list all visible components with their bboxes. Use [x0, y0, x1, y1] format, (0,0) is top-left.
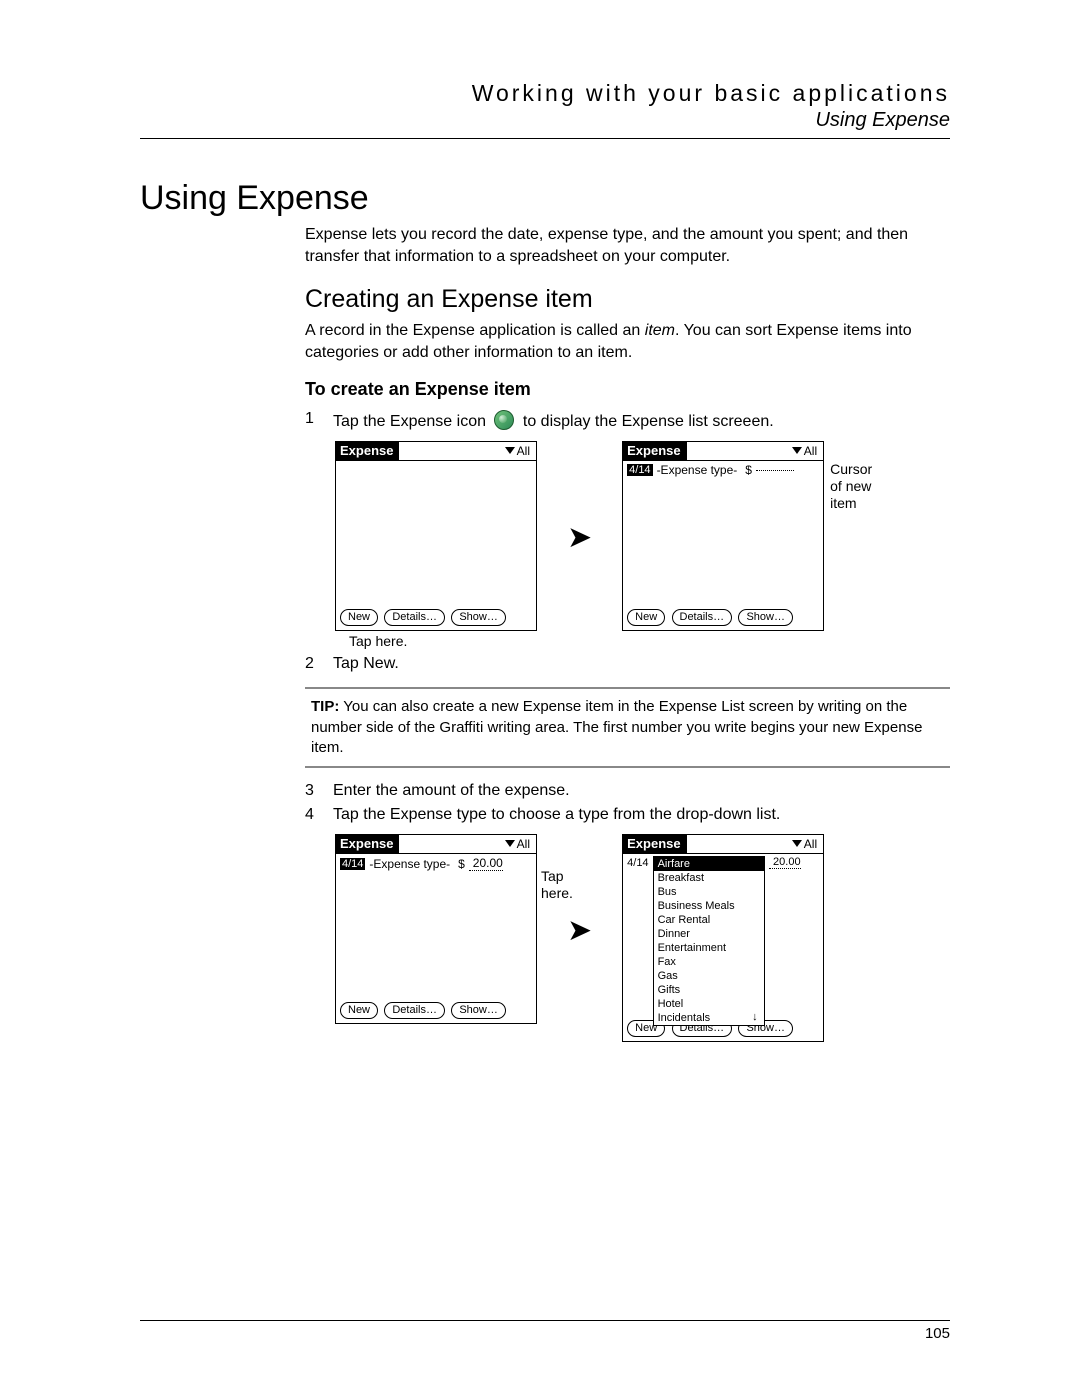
step-list: 3 Enter the amount of the expense. 4 Tap… [305, 782, 950, 824]
figure-right: Expense All 4/14 AirfareBreakfastBusBusi… [622, 834, 824, 1042]
header-section: Using Expense [140, 109, 950, 132]
dropdown-option: Bus [654, 885, 764, 899]
show-button: Show… [451, 1002, 506, 1019]
app-title: Expense [336, 442, 399, 460]
show-button: Show… [451, 609, 506, 626]
amount-value: 20.00 [469, 856, 503, 871]
dropdown-option: Hotel [654, 997, 764, 1011]
italic-item: item [645, 322, 675, 339]
callout-cursor: Cursor of new item [830, 461, 872, 511]
item-type: -Expense type- [657, 463, 738, 477]
app-title: Expense [336, 835, 399, 853]
paragraph-creating: A record in the Expense application is c… [305, 320, 950, 363]
step-1: 1 Tap the Expense icon to display the Ex… [305, 410, 950, 431]
currency: $ [745, 463, 752, 477]
dropdown-option: Gas [654, 969, 764, 983]
manual-page: Working with your basic applications Usi… [0, 0, 1080, 1397]
app-title: Expense [623, 442, 686, 460]
dropdown-icon [505, 840, 515, 847]
step-list: 1 Tap the Expense icon to display the Ex… [305, 410, 950, 431]
dropdown-option: Incidentals [654, 1011, 764, 1025]
step-number: 3 [305, 782, 333, 800]
step-list: 2 Tap New. [305, 655, 950, 673]
intro-paragraph: Expense lets you record the date, expens… [305, 224, 950, 267]
amount-value: 20.00 [769, 856, 801, 869]
callout-tap-here: Tap here. [541, 868, 573, 902]
palm-screen-empty: Expense All New Details… Show… [335, 441, 537, 631]
tip-label: TIP: [311, 698, 339, 715]
step-3: 3 Enter the amount of the expense. [305, 782, 950, 800]
figure-row-2: Expense All 4/14 -Expense type- $ 20.00 … [335, 834, 950, 1042]
step-text: Tap New. [333, 655, 950, 673]
dropdown-option: Gifts [654, 983, 764, 997]
palm-screen-dropdown: Expense All 4/14 AirfareBreakfastBusBusi… [622, 834, 824, 1042]
step-2: 2 Tap New. [305, 655, 950, 673]
heading-3: To create an Expense item [305, 379, 950, 400]
category-filter: All [792, 444, 823, 458]
app-title: Expense [623, 835, 686, 853]
dropdown-option: Breakfast [654, 871, 764, 885]
step-4: 4 Tap the Expense type to choose a type … [305, 806, 950, 824]
dropdown-option: Business Meals [654, 899, 764, 913]
page-header: Working with your basic applications Usi… [140, 80, 950, 139]
dropdown-icon [505, 447, 515, 454]
tip-text: You can also create a new Expense item i… [311, 698, 922, 756]
heading-2: Creating an Expense item [305, 285, 950, 314]
dropdown-option: Dinner [654, 927, 764, 941]
new-button: New [340, 1002, 378, 1019]
step-number: 4 [305, 806, 333, 824]
category-filter: All [505, 837, 536, 851]
header-chapter: Working with your basic applications [140, 80, 950, 107]
page-number: 105 [925, 1325, 950, 1342]
text: A record in the Expense application is c… [305, 322, 645, 339]
details-button: Details… [672, 609, 733, 626]
dropdown-option: Entertainment [654, 941, 764, 955]
heading-1: Using Expense [140, 179, 950, 218]
expense-app-icon [494, 410, 514, 430]
amount-field [756, 470, 794, 471]
step-number: 2 [305, 655, 333, 673]
step-text: Enter the amount of the expense. [333, 782, 950, 800]
step-text: Tap the Expense icon to display the Expe… [333, 410, 950, 431]
scroll-down-icon: ↓ [748, 1010, 762, 1024]
new-button: New [627, 609, 665, 626]
dropdown-icon [792, 447, 802, 454]
step-text: Tap the Expense type to choose a type fr… [333, 806, 950, 824]
page-footer: 105 [140, 1320, 950, 1342]
step-number: 1 [305, 410, 333, 431]
item-date: 4/14 [627, 856, 648, 869]
text: to display the Expense list screeen. [518, 413, 773, 430]
dropdown-option: Airfare [654, 857, 764, 871]
tip-box: TIP: You can also create a new Expense i… [305, 687, 950, 768]
palm-screen-new-item: Expense All 4/14 -Expense type- $ New De… [622, 441, 824, 631]
dropdown-option: Car Rental [654, 913, 764, 927]
arrow-icon: ➤ [567, 520, 592, 555]
category-filter: All [792, 837, 823, 851]
currency: $ [458, 857, 465, 871]
expense-type-dropdown: AirfareBreakfastBusBusiness MealsCar Ren… [653, 856, 765, 1026]
arrow-icon: ➤ [567, 913, 592, 948]
show-button: Show… [738, 609, 793, 626]
item-type: -Expense type- [369, 857, 450, 871]
details-button: Details… [384, 609, 445, 626]
item-date: 4/14 [627, 464, 652, 476]
figure-left: Expense All New Details… Show… Tap here. [335, 441, 537, 649]
details-button: Details… [384, 1002, 445, 1019]
dropdown-icon [792, 840, 802, 847]
item-date: 4/14 [340, 858, 365, 870]
category-filter: All [505, 444, 536, 458]
new-button: New [340, 609, 378, 626]
caption-tap-here: Tap here. [349, 633, 537, 649]
figure-right: Expense All 4/14 -Expense type- $ New De… [622, 441, 824, 649]
text: Tap the Expense icon [333, 413, 490, 430]
dropdown-option: Fax [654, 955, 764, 969]
palm-screen-amount: Expense All 4/14 -Expense type- $ 20.00 … [335, 834, 537, 1024]
figure-row-1: Expense All New Details… Show… Tap here.… [335, 441, 950, 649]
figure-left: Expense All 4/14 -Expense type- $ 20.00 … [335, 834, 537, 1042]
